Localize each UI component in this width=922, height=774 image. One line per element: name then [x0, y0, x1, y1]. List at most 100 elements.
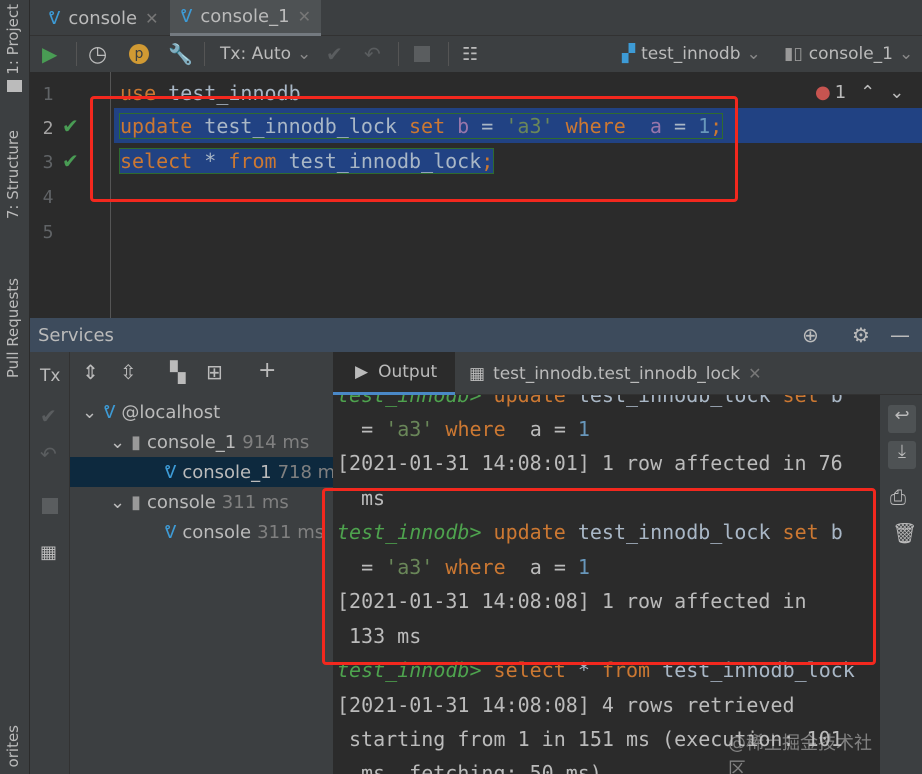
tab-label: console: [68, 7, 138, 29]
highlight-box: [90, 96, 738, 202]
minimize-icon[interactable]: —: [890, 323, 910, 347]
output-line: [2021-01-31 14:08:08] 4 rows retrieved: [337, 693, 795, 717]
tab-label: console_1: [200, 6, 290, 27]
schema-label: test_innodb: [641, 44, 741, 64]
tx-mode-label: Tx: Auto: [220, 44, 292, 64]
tx-mode-dropdown[interactable]: Tx: Auto ⌄: [220, 36, 311, 72]
tree-item-console[interactable]: ᕓ console 311 ms: [164, 517, 324, 547]
session-label: console_1: [808, 44, 893, 64]
stop-icon[interactable]: [414, 46, 430, 62]
folder-icon: [7, 80, 22, 92]
line-number: 4: [42, 187, 54, 208]
new-tab-icon[interactable]: ⊞: [206, 360, 223, 384]
tab-result-table[interactable]: ▦ test_innodb.test_innodb_lock ✕: [469, 352, 762, 395]
output-line: ms, fetching: 50 ms): [361, 761, 602, 774]
project-tool-button[interactable]: 1: Project: [4, 4, 22, 75]
expand-all-icon[interactable]: ⇕: [82, 360, 99, 384]
close-icon[interactable]: ✕: [145, 9, 158, 28]
output-side-toolbar: ↩ ⤓ ⎙ 🗑: [880, 395, 922, 774]
chevron-down-icon: ⌄: [899, 44, 914, 64]
table-view-icon[interactable]: ☷: [462, 36, 478, 72]
stop-icon[interactable]: [42, 498, 58, 514]
run-button[interactable]: ▶: [42, 36, 57, 72]
services-tx-toolbar: Tx ✔ ↶ ▦: [30, 352, 70, 774]
close-icon[interactable]: ✕: [748, 364, 761, 383]
tree-item-label: console: [182, 521, 252, 543]
schema-selector[interactable]: ▞ test_innodb ⌄: [622, 36, 761, 72]
sql-editor[interactable]: 1 2 3 4 5 ✔ ✔ use test_innodb update tes…: [30, 72, 922, 318]
rollback-icon[interactable]: ↶: [364, 36, 381, 72]
group-icon[interactable]: ▚: [170, 360, 185, 384]
target-icon[interactable]: ⊕: [802, 323, 819, 347]
line-number: 5: [42, 222, 54, 243]
profile-badge[interactable]: p: [129, 44, 149, 64]
pull-requests-tool-button[interactable]: Pull Requests: [4, 278, 22, 378]
chevron-down-icon: ⌄: [297, 44, 312, 64]
tree-item-time: 914 ms: [242, 431, 310, 453]
gear-icon[interactable]: ⚙: [852, 323, 870, 347]
session-icon: ▮: [131, 491, 141, 513]
left-tool-stripe: 1: Project 7: Structure Pull Requests or…: [0, 0, 30, 774]
services-title: Services: [38, 324, 114, 346]
problems-indicator[interactable]: ● 1 ⌃ ⌄: [815, 82, 904, 103]
session-icon: ▮: [131, 431, 141, 453]
scroll-to-end-icon[interactable]: ⤓: [888, 441, 916, 469]
tree-item-label: console_1: [147, 431, 237, 453]
layout-icon[interactable]: ▦: [40, 542, 57, 563]
commit-icon[interactable]: ✔: [326, 36, 343, 72]
error-icon: ●: [815, 82, 831, 103]
chevron-down-icon[interactable]: ⌄: [889, 82, 904, 103]
output-tabs: ▶ Output ▦ test_innodb.test_innodb_lock ✕: [333, 352, 922, 395]
collapse-all-icon[interactable]: ⇳: [120, 360, 137, 384]
rollback-icon[interactable]: ↶: [40, 442, 57, 466]
check-icon: ✔: [62, 149, 79, 173]
watermark: @稀土掘金技术社区: [728, 733, 872, 774]
history-icon[interactable]: ◷: [88, 36, 107, 72]
tree-item-session[interactable]: ⌄ ▮ console_1 914 ms: [110, 427, 309, 457]
highlight-box: [322, 488, 876, 665]
console-icon: ▶: [355, 362, 369, 382]
chevron-down-icon: ⌄: [110, 491, 126, 513]
chevron-down-icon: ⌄: [82, 401, 98, 423]
tab-label: test_innodb.test_innodb_lock: [493, 363, 741, 384]
print-icon[interactable]: ⎙: [890, 485, 906, 509]
mysql-icon: ᕓ: [48, 7, 61, 29]
tree-item-time: 311 ms: [221, 491, 289, 513]
tree-item-console-selected[interactable]: ᕓconsole_1718 ms: [70, 457, 333, 487]
output-line: [2021-01-31 14:08:01] 1 row affected in …: [337, 451, 843, 475]
services-header: Services ⊕ ⚙ —: [30, 318, 922, 352]
mysql-icon: ᕓ: [164, 521, 177, 543]
tree-item-time: 718 ms: [277, 461, 333, 483]
tab-console[interactable]: ᕓ console ✕: [38, 0, 169, 36]
line-number: 3: [42, 152, 54, 173]
chevron-up-icon[interactable]: ⌃: [860, 82, 875, 103]
mysql-icon: ᕓ: [180, 6, 193, 27]
tab-console-1[interactable]: ᕓ console_1 ✕: [170, 0, 321, 36]
chevron-down-icon: ⌄: [110, 431, 126, 453]
line-number: 2: [42, 118, 54, 139]
add-icon[interactable]: +: [258, 358, 276, 383]
session-icon: ▮▯: [784, 44, 803, 64]
schema-icon: ▞: [622, 44, 636, 64]
services-tree: ⌄ ᕓ @localhost ⌄ ▮ console_1 914 ms ᕓ console_…: [70, 395, 333, 774]
structure-tool-button[interactable]: 7: Structure: [4, 130, 22, 219]
commit-icon[interactable]: ✔: [40, 404, 57, 428]
trash-icon[interactable]: 🗑: [892, 521, 917, 545]
session-selector[interactable]: ▮▯ console_1 ⌄: [784, 36, 913, 72]
tab-label: Output: [378, 362, 438, 382]
editor-tabs: ᕓ console ✕ ᕓ console_1 ✕: [30, 0, 922, 36]
tx-dropdown[interactable]: Tx: [40, 366, 60, 386]
tree-item-session[interactable]: ⌄ ▮ console 311 ms: [110, 487, 289, 517]
close-icon[interactable]: ✕: [298, 7, 311, 26]
tab-output[interactable]: ▶ Output: [333, 352, 455, 395]
check-icon: ✔: [62, 114, 79, 138]
soft-wrap-icon[interactable]: ↩: [888, 405, 916, 433]
line-number: 1: [42, 84, 54, 105]
mysql-icon: ᕓ: [103, 401, 116, 423]
wrench-icon[interactable]: 🔧: [168, 36, 193, 72]
tree-item-localhost[interactable]: ⌄ ᕓ @localhost: [82, 397, 220, 427]
mysql-icon: ᕓ: [164, 461, 177, 483]
console-toolbar: ▶ ◷ p 🔧 Tx: Auto ⌄ ✔ ↶ ☷ ▞ test_innodb ⌄ ▮▯…: [30, 36, 922, 72]
favorites-tool-button[interactable]: orites: [4, 725, 22, 767]
tree-item-label: console: [147, 491, 216, 513]
